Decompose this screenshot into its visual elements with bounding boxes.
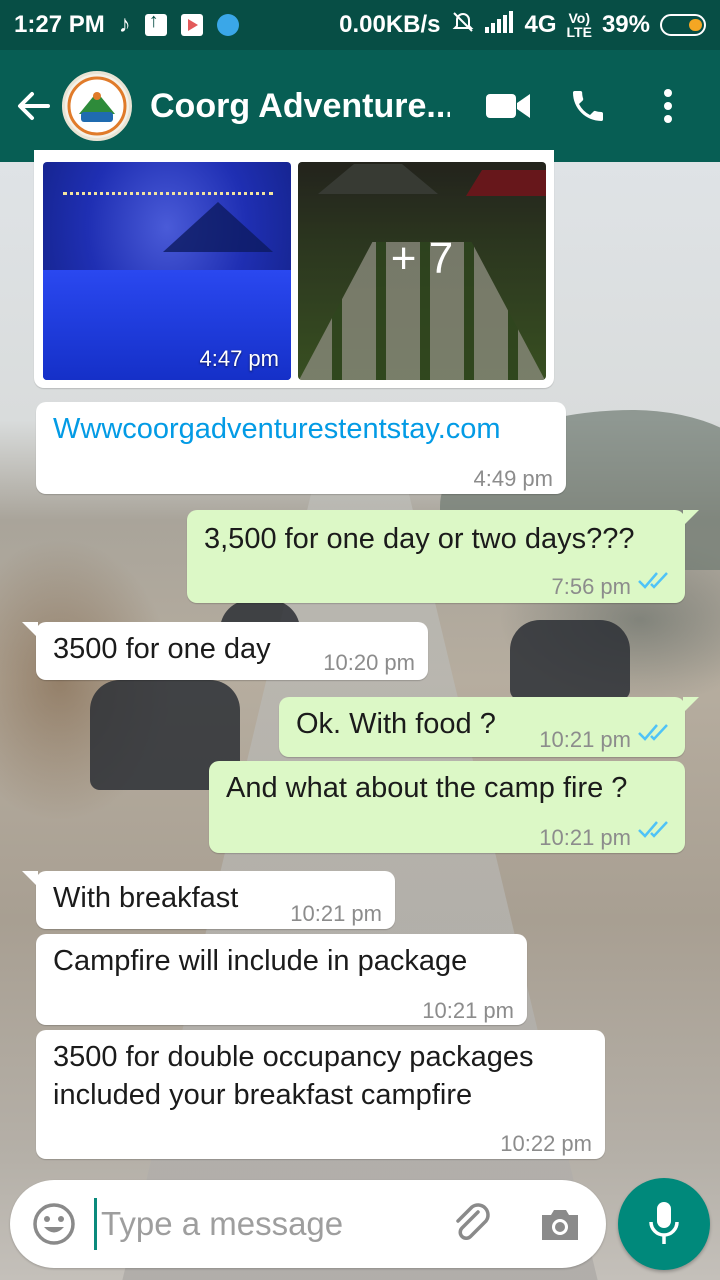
microphone-icon: [649, 1202, 679, 1244]
message-time: 7:56 pm: [551, 574, 632, 599]
media-time: 4:47 pm: [199, 346, 280, 371]
read-receipt-icon: [638, 821, 668, 838]
status-time: 1:27 PM: [14, 11, 105, 38]
message-time: 4:49 pm: [473, 466, 554, 491]
message-text: 3500 for one day: [53, 633, 271, 665]
contact-avatar[interactable]: [62, 71, 132, 141]
message-time: 10:21 pm: [422, 998, 514, 1023]
message-text: With breakfast: [53, 882, 239, 914]
coorg-adventures-logo-icon: [67, 76, 127, 136]
outgoing-message[interactable]: Ok. With food ? 10:21 pm: [279, 697, 699, 757]
message-text-line-2: included your breakfast campfire: [53, 1079, 473, 1111]
mute-icon: [451, 10, 475, 41]
upload-icon: [144, 10, 167, 36]
message-link[interactable]: Wwwcoorgadventurestentstay.com: [53, 410, 501, 448]
incoming-message[interactable]: With breakfast 10:21 pm: [22, 871, 395, 929]
volte-badge: Vo) LTE: [566, 10, 592, 40]
tiktok-icon: ♪: [118, 11, 131, 38]
camera-icon[interactable]: [536, 1200, 584, 1248]
more-media-count: + 7: [390, 234, 454, 283]
chat-header: Coorg Adventure...: [0, 50, 720, 162]
battery-percent: 39%: [601, 11, 650, 38]
wallpaper-person: [510, 620, 630, 700]
more-options-button[interactable]: [642, 80, 694, 132]
message-text-line-1: 3500 for double occupancy packages: [53, 1041, 534, 1073]
message-composer: [10, 1180, 606, 1268]
battery-icon: [660, 14, 706, 36]
video-camera-icon: [486, 94, 530, 118]
network-speed: 0.00KB/s: [339, 11, 441, 38]
outgoing-message[interactable]: And what about the camp fire ? 10:21 pm: [209, 761, 685, 853]
media-thumbnail[interactable]: 4:47 pm: [43, 162, 291, 380]
network-type: 4G: [524, 11, 557, 38]
outgoing-message[interactable]: 3,500 for one day or two days??? 7:56 pm: [187, 510, 699, 603]
media-album-message: 4:47 pm + 7: [34, 150, 554, 388]
video-call-button[interactable]: [482, 80, 534, 132]
incoming-message[interactable]: Campfire will include in package 10:21 p…: [36, 934, 527, 1025]
back-arrow-icon: [18, 92, 50, 120]
phone-icon: [573, 91, 603, 121]
message-text: Ok. With food ?: [296, 708, 496, 740]
lte-label: LTE: [566, 24, 592, 40]
play-store-icon: [180, 14, 203, 36]
emoji-icon[interactable]: [30, 1200, 78, 1248]
message-time: 10:20 pm: [323, 650, 415, 675]
message-time: 10:22 pm: [500, 1131, 592, 1156]
chat-title[interactable]: Coorg Adventure...: [150, 87, 450, 126]
message-text: And what about the camp fire ?: [226, 772, 628, 804]
status-bar: 1:27 PM ♪ 0.00KB/s 4G Vo)LTE 39%: [0, 0, 720, 50]
message-time: 10:21 pm: [539, 825, 631, 850]
back-button[interactable]: [6, 50, 62, 162]
paperclip-icon[interactable]: [448, 1200, 496, 1248]
read-receipt-icon: [638, 572, 668, 589]
media-thumbnail-more[interactable]: + 7: [298, 162, 546, 380]
signal-icon: [484, 10, 515, 40]
incoming-message[interactable]: 3500 for one day 10:20 pm: [22, 622, 428, 680]
incoming-message[interactable]: 3500 for double occupancy packages inclu…: [36, 1030, 605, 1159]
kebab-menu-icon: [664, 89, 672, 123]
message-time: 10:21 pm: [290, 901, 382, 926]
message-text: Campfire will include in package: [53, 945, 468, 977]
app-notification-icon: [216, 14, 239, 36]
message-text: 3,500 for one day or two days???: [204, 523, 635, 555]
message-input[interactable]: [94, 1198, 434, 1250]
message-time: 10:21 pm: [539, 727, 631, 752]
voice-record-button[interactable]: [618, 1178, 710, 1270]
incoming-message[interactable]: Wwwcoorgadventurestentstay.com 4:49 pm: [36, 402, 566, 494]
read-receipt-icon: [638, 724, 668, 741]
voice-call-button[interactable]: [562, 80, 614, 132]
